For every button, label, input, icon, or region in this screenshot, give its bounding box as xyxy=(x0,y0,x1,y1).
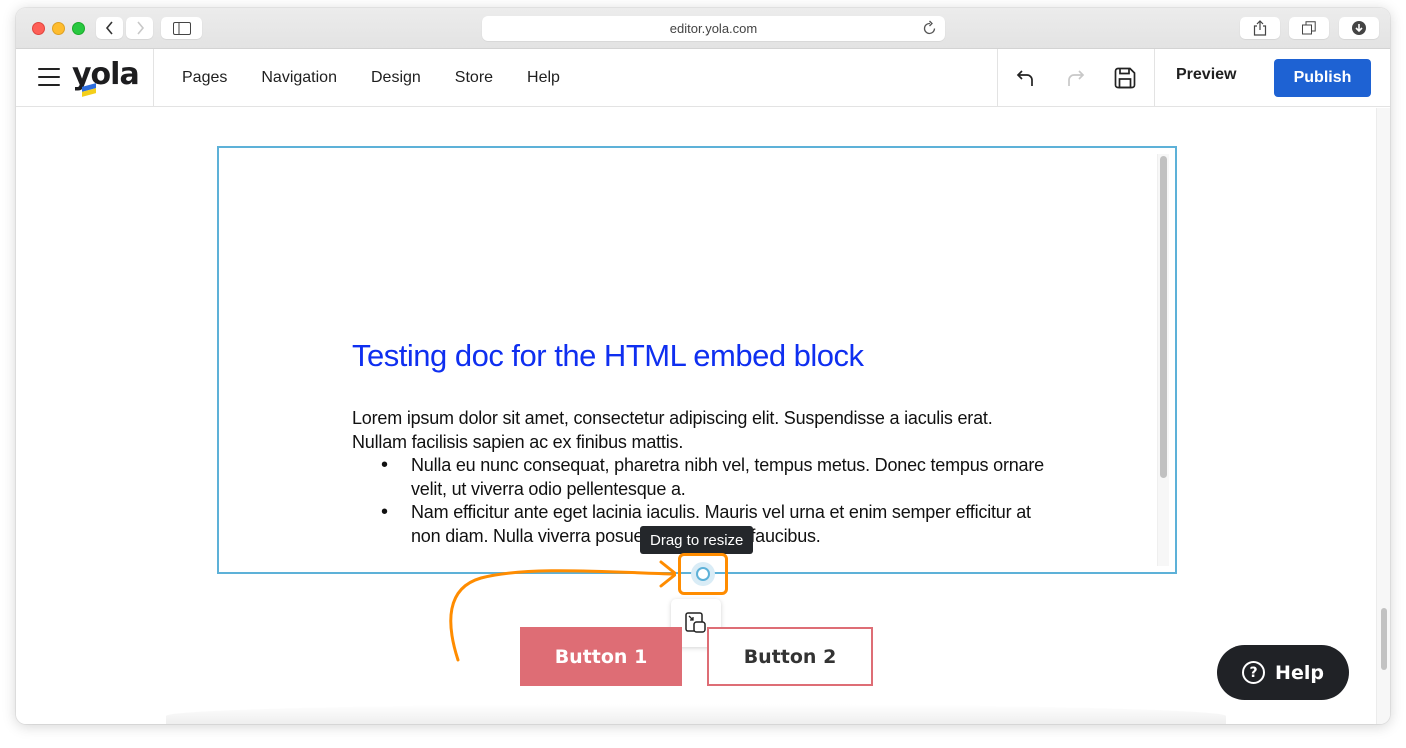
list-item: Nulla eu nunc consequat, pharetra nibh v… xyxy=(352,454,1052,501)
sidebar-toggle-button[interactable] xyxy=(161,17,202,39)
page-canvas: Testing doc for the HTML embed block Lor… xyxy=(16,108,1376,724)
share-icon xyxy=(1253,20,1267,36)
divider xyxy=(997,49,998,107)
help-label: Help xyxy=(1275,661,1324,684)
editor-toolbar: yola Pages Navigation Design Store Help … xyxy=(16,49,1390,107)
maximize-window-button[interactable] xyxy=(72,22,85,35)
nav-store[interactable]: Store xyxy=(455,69,493,87)
section-shadow xyxy=(166,704,1226,724)
resize-handle[interactable] xyxy=(696,567,710,581)
browser-toolbar: editor.yola.com xyxy=(16,8,1390,49)
question-icon: ? xyxy=(1242,661,1266,684)
ukraine-flag-icon xyxy=(82,83,96,97)
embed-title: Testing doc for the HTML embed block xyxy=(352,338,864,373)
page-scrollbar-thumb[interactable] xyxy=(1381,608,1387,670)
main-nav: Pages Navigation Design Store Help xyxy=(182,49,560,107)
tabs-overview-button[interactable] xyxy=(1289,17,1329,39)
save-button[interactable] xyxy=(1112,65,1138,91)
html-embed-block[interactable]: Testing doc for the HTML embed block Lor… xyxy=(217,146,1177,574)
button-2[interactable]: Button 2 xyxy=(707,627,873,686)
share-button[interactable] xyxy=(1240,17,1280,39)
save-icon xyxy=(1114,67,1136,89)
back-button[interactable] xyxy=(96,17,123,39)
minimize-window-button[interactable] xyxy=(52,22,65,35)
nav-help[interactable]: Help xyxy=(527,69,560,87)
preview-button[interactable]: Preview xyxy=(1176,66,1236,84)
page-scrollbar[interactable] xyxy=(1376,108,1390,724)
embed-scrollbar-thumb[interactable] xyxy=(1160,156,1167,478)
downloads-button[interactable] xyxy=(1339,17,1379,39)
url-text: editor.yola.com xyxy=(669,21,758,36)
close-window-button[interactable] xyxy=(32,22,45,35)
menu-icon[interactable] xyxy=(38,68,60,88)
tabs-overview-icon xyxy=(1302,21,1316,35)
publish-button[interactable]: Publish xyxy=(1274,59,1371,97)
drag-to-resize-tooltip: Drag to resize xyxy=(640,526,754,554)
resize-icon xyxy=(685,612,706,633)
browser-window: editor.yola.com yola Pages Navigation De… xyxy=(16,8,1390,724)
button-1[interactable]: Button 1 xyxy=(520,627,682,686)
embed-paragraph: Lorem ipsum dolor sit amet, consectetur … xyxy=(352,408,993,452)
nav-navigation[interactable]: Navigation xyxy=(261,69,337,87)
sidebar-icon xyxy=(172,21,191,35)
address-bar[interactable]: editor.yola.com xyxy=(482,16,945,41)
undo-button[interactable] xyxy=(1013,65,1039,91)
annotation-highlight xyxy=(678,553,728,595)
help-button[interactable]: ? Help xyxy=(1217,645,1349,700)
nav-design[interactable]: Design xyxy=(371,69,421,87)
divider xyxy=(1154,49,1155,107)
forward-button[interactable] xyxy=(126,17,153,39)
reload-icon[interactable] xyxy=(923,20,937,35)
download-icon xyxy=(1352,21,1366,35)
chevron-left-icon xyxy=(105,21,113,35)
redo-button[interactable] xyxy=(1062,65,1088,91)
redo-icon xyxy=(1068,70,1085,86)
undo-icon xyxy=(1016,70,1033,86)
embed-scrollbar[interactable] xyxy=(1157,154,1169,566)
nav-pages[interactable]: Pages xyxy=(182,69,227,87)
chevron-right-icon xyxy=(136,21,144,35)
divider xyxy=(153,49,154,107)
